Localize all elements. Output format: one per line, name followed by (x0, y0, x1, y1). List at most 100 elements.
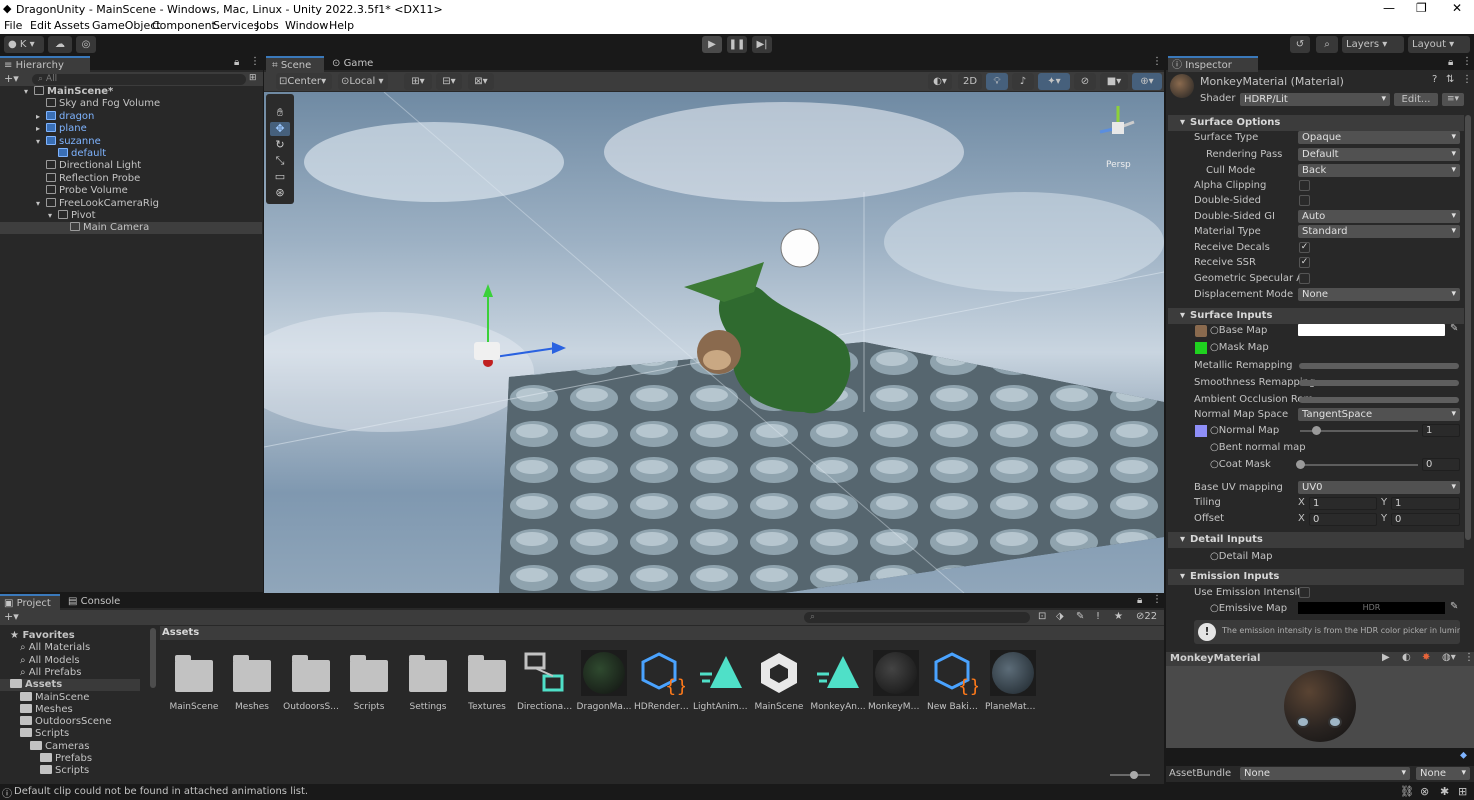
asset-item[interactable]: DragonMa... (576, 650, 632, 716)
collab-icon[interactable]: ◎ (76, 36, 96, 53)
project-tree-item[interactable]: Scripts (20, 728, 69, 740)
coat-mask-handle[interactable] (1296, 460, 1305, 469)
gizmos-icon[interactable]: ⊕▾ (1132, 73, 1162, 90)
expand-arrow-icon[interactable]: ▾ (36, 198, 46, 210)
offset-x-field[interactable]: 0 (1309, 513, 1377, 526)
surface-type-dropdown[interactable]: Opaque (1298, 131, 1460, 144)
ao-remapping-slider[interactable] (1299, 397, 1459, 403)
minimize-icon[interactable]: — (1383, 1, 1395, 15)
tiling-x-field[interactable]: 1 (1309, 497, 1377, 510)
hierarchy-item[interactable]: Main Camera (0, 222, 262, 235)
help-icon[interactable]: ? (1432, 74, 1437, 85)
status-cache-icon[interactable]: ⛓ (1400, 785, 1414, 798)
status-bug-icon[interactable]: ✱ (1440, 785, 1449, 798)
material-type-dropdown[interactable]: Standard (1298, 225, 1460, 238)
menu-assets[interactable]: Assets (54, 19, 90, 32)
hierarchy-item[interactable]: ▸ dragon (0, 110, 262, 123)
smoothness-remapping-slider[interactable] (1299, 380, 1459, 386)
add-icon[interactable]: +▾ (4, 72, 19, 85)
hierarchy-item[interactable]: Sky and Fog Volume (0, 98, 262, 110)
project-lock-icon[interactable]: 🔒︎ (1137, 595, 1142, 606)
base-uv-dropdown[interactable]: UV0 (1298, 481, 1460, 494)
asset-item[interactable]: {} HDRenderP... (634, 650, 690, 716)
base-color-swatch[interactable] (1298, 324, 1445, 336)
project-tree-item[interactable]: ⌕ All Models (20, 655, 80, 667)
project-tree-item[interactable]: Cameras (30, 740, 89, 753)
status-message[interactable]: Default clip could not be found in attac… (14, 786, 308, 797)
transform-tool-icon[interactable]: ⊛ (270, 186, 290, 200)
project-add-icon[interactable]: +▾ (4, 610, 19, 623)
material-preview[interactable] (1166, 666, 1474, 748)
audio-icon[interactable]: ♪ (1012, 73, 1034, 90)
hierarchy-item[interactable]: Reflection Probe (0, 172, 262, 185)
mode-2d-button[interactable]: 2D (958, 73, 982, 90)
asset-item[interactable]: MonkeyMa... (868, 650, 924, 716)
surface-inputs-header[interactable]: Surface Inputs (1168, 308, 1464, 324)
project-tree-item[interactable]: Scripts (40, 765, 89, 777)
tiling-y-field[interactable]: 1 (1391, 497, 1460, 510)
coat-mask-field[interactable]: 0 (1422, 458, 1460, 471)
inspector-menu-icon[interactable]: ⋮ (1462, 56, 1472, 67)
project-menu-icon[interactable]: ⋮ (1152, 594, 1162, 605)
search-icon[interactable]: ⌕ (1316, 36, 1338, 53)
menu-file[interactable]: File (4, 19, 22, 32)
hand-tool-icon[interactable]: ✋︎ (270, 106, 290, 120)
rect-tool-icon[interactable]: ▭ (270, 170, 290, 184)
detail-inputs-header[interactable]: Detail Inputs (1168, 532, 1464, 548)
lighting-icon[interactable]: 💡︎ (986, 73, 1008, 90)
shader-dropdown[interactable]: HDRP/Lit (1240, 93, 1390, 106)
shader-options-icon[interactable]: ≡▾ (1442, 93, 1464, 106)
normal-map-space-dropdown[interactable]: TangentSpace (1298, 408, 1460, 421)
asset-item[interactable]: {} New Bakin... (927, 650, 983, 716)
asset-item[interactable]: OutdoorsS... (283, 650, 339, 716)
menu-services[interactable]: Services (213, 19, 259, 32)
inspector-lock-icon[interactable]: 🔒︎ (1448, 57, 1453, 68)
play-button[interactable]: ▶ (702, 36, 722, 53)
asset-item[interactable]: PlaneMater... (985, 650, 1041, 716)
cloud-icon[interactable]: ☁ (48, 36, 72, 53)
tab-scene[interactable]: ⌗ Scene (266, 56, 324, 72)
asset-item[interactable]: Meshes (224, 650, 280, 716)
mask-map-texture[interactable] (1195, 342, 1207, 354)
receive-decals-checkbox[interactable]: ✓ (1299, 242, 1310, 253)
asset-item[interactable]: Scripts (341, 650, 397, 716)
expand-arrow-icon[interactable]: ▸ (36, 111, 46, 123)
project-tree-item[interactable]: ⌕ All Prefabs (20, 667, 81, 679)
expand-arrow-icon[interactable]: ▾ (48, 210, 58, 222)
scene-viewport[interactable]: ✋︎ ✥ ↻ ⤡ ▭ ⊛ Persp (264, 92, 1164, 593)
normal-map-texture[interactable] (1195, 425, 1207, 437)
tab-hierarchy[interactable]: ≡ Hierarchy (0, 56, 90, 72)
hierarchy-item[interactable]: ▸ plane (0, 123, 262, 135)
preview-menu-icon[interactable]: ⋮ (1464, 652, 1474, 663)
lock-icon[interactable]: 🔒︎ (234, 57, 239, 68)
preview-sphere-icon[interactable]: ◍▾ (1442, 652, 1456, 663)
search-by-type-icon[interactable]: ⊡ (1038, 611, 1046, 622)
metallic-remapping-slider[interactable] (1299, 363, 1459, 369)
preview-light-icon[interactable]: ✸ (1422, 652, 1430, 663)
hierarchy-item[interactable]: ▾ Pivot (0, 210, 262, 222)
status-hd-icon[interactable]: ⊞ (1458, 785, 1467, 798)
history-icon[interactable]: ↺ (1290, 36, 1310, 53)
tab-inspector[interactable]: ⓘ Inspector (1168, 56, 1258, 72)
grid-visibility-icon[interactable]: ⊟▾ (436, 73, 462, 90)
tab-project[interactable]: ▣ Project (0, 594, 60, 610)
assetbundle-dropdown[interactable]: None (1240, 767, 1410, 780)
effects-icon[interactable]: ✦▾ (1038, 73, 1070, 90)
material-menu-icon[interactable]: ⋮ (1462, 74, 1472, 85)
status-progress-icon[interactable]: ⊗ (1420, 785, 1429, 798)
account-button[interactable]: ● K ▾ (4, 36, 44, 53)
project-tree-item[interactable]: OutdoorsScene (20, 716, 112, 728)
camera-icon[interactable]: ■▾ (1100, 73, 1128, 90)
menu-jobs[interactable]: Jobs (256, 19, 279, 32)
draw-mode-icon[interactable]: ◐▾ (928, 73, 952, 90)
expand-arrow-icon[interactable]: ▾ (24, 86, 34, 98)
step-button[interactable]: ▶| (752, 36, 772, 53)
menu-window[interactable]: Window (285, 19, 328, 32)
asset-item[interactable]: MainScene (166, 650, 222, 716)
layout-dropdown[interactable]: Layout ▾ (1408, 36, 1470, 53)
orientation-gizmo-icon[interactable]: Persp (1088, 98, 1148, 170)
asset-item[interactable]: MainScene (751, 650, 807, 716)
edit-shader-button[interactable]: Edit... (1394, 93, 1438, 106)
rendering-pass-dropdown[interactable]: Default (1298, 148, 1460, 161)
tab-game[interactable]: ⊙ Game (328, 56, 378, 72)
